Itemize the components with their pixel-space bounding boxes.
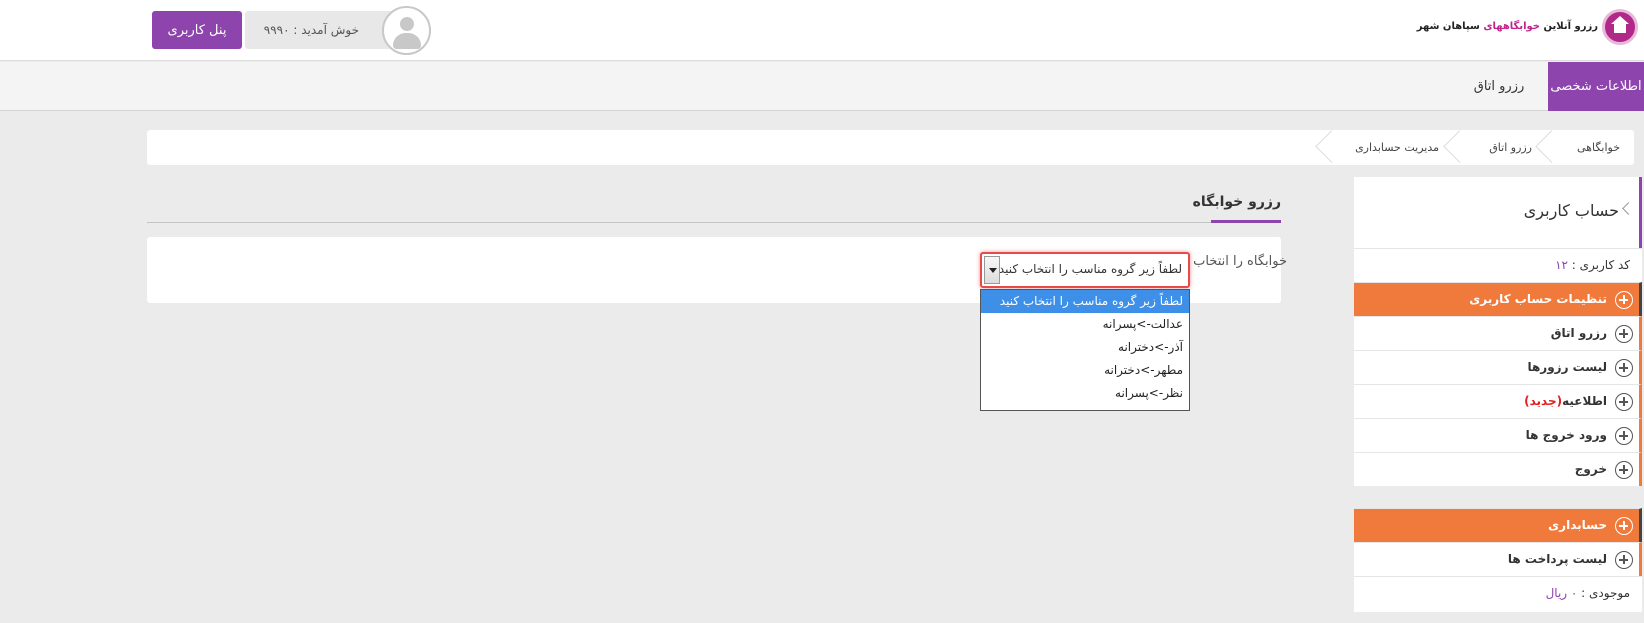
- breadcrumb-item-accounting[interactable]: مدیریت حسابداری: [1355, 130, 1439, 165]
- logo-text-highlight: خوابگاههای: [1483, 21, 1541, 32]
- logo-text-suffix: سپاهان شهر: [1416, 21, 1480, 32]
- breadcrumb: خوابگاهی رزرو اتاق مدیریت حسابداری: [147, 130, 1634, 165]
- sidebar-item-label: رزرو اتاق: [1550, 326, 1607, 340]
- site-logo[interactable]: رزرو آنلاین خوابگاههای سپاهان شهر: [1417, 5, 1644, 55]
- user-code-value: ۱۲: [1555, 258, 1568, 272]
- home-logo-icon: [1602, 9, 1638, 45]
- welcome-text: خوش آمدید : ۹۹۹۰: [263, 23, 359, 37]
- dormitory-select-value: لطفاً زیر گروه مناسب را انتخاب کنید: [998, 262, 1182, 276]
- user-avatar-icon: [400, 17, 414, 31]
- sidebar-header[interactable]: حساب کاربری: [1354, 177, 1642, 248]
- dropdown-option[interactable]: عدالت->پسرانه: [981, 313, 1189, 336]
- user-code-label: کد کاربری :: [1567, 258, 1630, 272]
- dormitory-dropdown-list: لطفاً زیر گروه مناسب را انتخاب کنید عدال…: [980, 289, 1190, 411]
- sidebar-item-label: لیست رزورها: [1527, 360, 1607, 374]
- sidebar-item-label: ورود خروج ها: [1525, 428, 1607, 442]
- title-divider: [147, 222, 1281, 223]
- plus-circle-icon: [1615, 291, 1633, 309]
- breadcrumb-separator: [1324, 130, 1338, 165]
- avatar[interactable]: [382, 6, 431, 55]
- user-avatar-body: [393, 33, 421, 49]
- sidebar-item-logout[interactable]: خروج: [1354, 452, 1642, 486]
- sidebar-item-reserve-list[interactable]: لیست رزورها: [1354, 350, 1642, 384]
- main-nav: اطلاعات شخصی رزرو اتاق: [0, 62, 1644, 111]
- plus-circle-icon: [1615, 393, 1633, 411]
- plus-circle-icon: [1615, 359, 1633, 377]
- sidebar-item-label: حسابداری: [1548, 518, 1607, 532]
- balance-label: موجودی :: [1577, 586, 1630, 600]
- balance-row: موجودی : ۰ ریال: [1354, 576, 1642, 612]
- dormitory-select[interactable]: لطفاً زیر گروه مناسب را انتخاب کنید: [980, 252, 1190, 288]
- plus-circle-icon: [1615, 517, 1633, 535]
- sidebar-item-entry-exit[interactable]: ورود خروج ها: [1354, 418, 1642, 452]
- plus-circle-icon: [1615, 325, 1633, 343]
- dropdown-option[interactable]: آذر->دخترانه: [981, 336, 1189, 359]
- top-header: رزرو آنلاین خوابگاههای سپاهان شهر پنل کا…: [0, 0, 1644, 61]
- sidebar-item-notice[interactable]: اطلاعیه(جدید): [1354, 384, 1642, 418]
- sidebar-title: حساب کاربری: [1523, 201, 1619, 220]
- sidebar-item-label: خروج: [1574, 462, 1607, 476]
- dropdown-option[interactable]: مطهر->دخترانه: [981, 359, 1189, 382]
- dropdown-option[interactable]: لطفاً زیر گروه مناسب را انتخاب کنید: [981, 290, 1189, 313]
- logo-text-prefix: رزرو آنلاین: [1543, 21, 1599, 32]
- sidebar-item-label: اطلاعیه(جدید): [1524, 394, 1607, 408]
- sidebar-item-room-reserve[interactable]: رزرو اتاق: [1354, 316, 1642, 350]
- balance-value: ۰ ریال: [1545, 586, 1578, 600]
- plus-circle-icon: [1615, 427, 1633, 445]
- balance: موجودی : ۰ ریال: [1546, 586, 1630, 600]
- notice-label: اطلاعیه: [1562, 394, 1607, 408]
- breadcrumb-separator: [1544, 130, 1558, 165]
- sidebar-item-accounting[interactable]: حسابداری: [1354, 508, 1642, 542]
- new-badge: (جدید): [1524, 394, 1563, 408]
- user-code: کد کاربری : ۱۲: [1555, 258, 1630, 272]
- page-title: رزرو خوابگاه: [1192, 194, 1281, 210]
- logo-text: رزرو آنلاین خوابگاههای سپاهان شهر: [1417, 21, 1598, 32]
- dropdown-option[interactable]: نظر->پسرانه: [981, 382, 1189, 405]
- plus-circle-icon: [1615, 461, 1633, 479]
- breadcrumb-item-dormitory[interactable]: خوابگاهی: [1577, 130, 1620, 165]
- chevron-left-icon: [1622, 202, 1635, 215]
- user-panel-button[interactable]: پنل کاربری: [152, 11, 242, 49]
- sidebar-item-label: لیست پرداخت ها: [1507, 552, 1607, 566]
- breadcrumb-item-room-reserve[interactable]: رزرو اتاق: [1489, 130, 1532, 165]
- sidebar-item-label: تنظیمات حساب کاربری: [1469, 292, 1607, 306]
- nav-room-reservation[interactable]: رزرو اتاق: [1452, 62, 1546, 111]
- nav-personal-info[interactable]: اطلاعات شخصی: [1548, 62, 1644, 111]
- breadcrumb-separator: [1452, 130, 1466, 165]
- plus-circle-icon: [1615, 551, 1633, 569]
- chevron-down-icon[interactable]: [984, 256, 1000, 284]
- title-accent: [1211, 220, 1281, 223]
- sidebar-item-payments[interactable]: لیست پرداخت ها: [1354, 542, 1642, 576]
- sidebar-item-account-settings[interactable]: تنظیمات حساب کاربری: [1354, 282, 1642, 316]
- user-code-row: کد کاربری : ۱۲: [1354, 248, 1642, 282]
